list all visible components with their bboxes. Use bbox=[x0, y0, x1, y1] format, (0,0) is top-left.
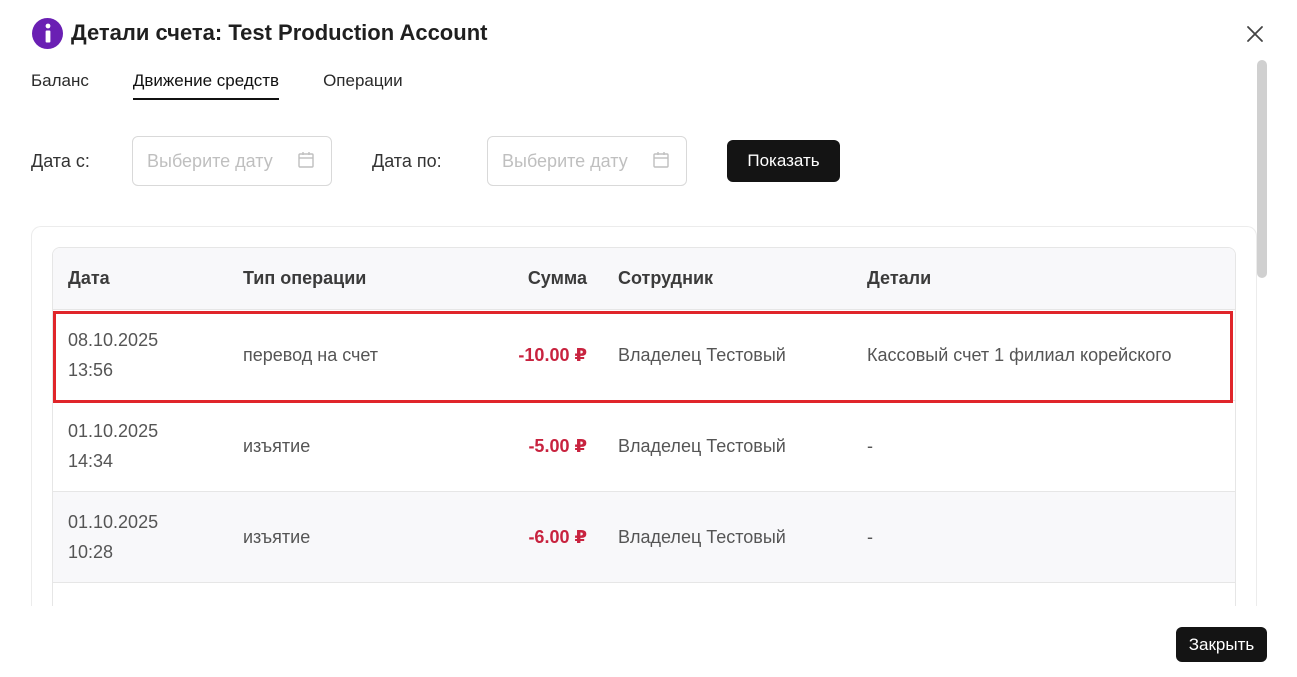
cell-details: Кассовый счет 1 филиал корейского bbox=[852, 309, 1235, 401]
show-button[interactable]: Показать bbox=[727, 140, 840, 182]
cell-details: - bbox=[852, 400, 1235, 492]
row-time: 14:34 bbox=[68, 450, 114, 471]
dialog-header: Детали счета: Test Production Account bbox=[32, 16, 487, 50]
table-row[interactable]: 01.10.2025 14:34 изъятие -5.00 ₽ Владеле… bbox=[53, 400, 1235, 492]
info-icon bbox=[32, 17, 63, 49]
row-time: 10:28 bbox=[68, 541, 114, 562]
column-header-type[interactable]: Тип операции bbox=[228, 248, 428, 310]
column-header-employee[interactable]: Сотрудник bbox=[603, 248, 852, 310]
row-time: 13:56 bbox=[68, 359, 114, 380]
row-date: 08.10.2025 bbox=[68, 329, 159, 350]
account-details-dialog: Детали счета: Test Production Account Ба… bbox=[0, 0, 1297, 677]
transactions-table: Дата Тип операции Сумма Сотрудник Детали… bbox=[52, 247, 1236, 626]
column-header-date[interactable]: Дата bbox=[53, 248, 228, 310]
tab-bar: Баланс Движение средств Операции bbox=[31, 66, 447, 102]
date-from-picker[interactable]: Выберите дату bbox=[132, 136, 332, 186]
close-icon[interactable] bbox=[1243, 22, 1267, 46]
cell-employee: Владелец Тестовый bbox=[603, 309, 852, 401]
date-from-placeholder: Выберите дату bbox=[147, 150, 273, 171]
row-date: 01.10.2025 bbox=[68, 420, 159, 441]
cell-type: перевод на счет bbox=[228, 309, 428, 401]
cell-employee: Владелец Тестовый bbox=[603, 491, 852, 583]
tab-balance[interactable]: Баланс bbox=[31, 66, 89, 100]
date-filters: Дата с: Выберите дату Дата по: Выберите … bbox=[31, 136, 851, 186]
date-to-label: Дата по: bbox=[372, 151, 442, 171]
cell-date: 01.10.2025 14:34 bbox=[53, 400, 228, 492]
cell-employee: Владелец Тестовый bbox=[603, 400, 852, 492]
scrollbar-thumb[interactable] bbox=[1257, 60, 1267, 278]
row-date: 01.10.2025 bbox=[68, 511, 159, 532]
cell-details: - bbox=[852, 491, 1235, 583]
table-row[interactable]: 08.10.2025 13:56 перевод на счет -10.00 … bbox=[53, 309, 1235, 401]
tab-cash-flow[interactable]: Движение средств bbox=[132, 66, 280, 100]
cell-date: 08.10.2025 13:56 bbox=[53, 309, 228, 401]
dialog-title: Детали счета: Test Production Account bbox=[71, 20, 488, 45]
column-header-amount[interactable]: Сумма bbox=[428, 248, 603, 310]
cell-amount: -5.00 ₽ bbox=[428, 400, 603, 492]
table-header-row: Дата Тип операции Сумма Сотрудник Детали bbox=[53, 248, 1235, 310]
calendar-icon bbox=[653, 152, 669, 168]
date-to-picker[interactable]: Выберите дату bbox=[487, 136, 687, 186]
close-button[interactable]: Закрыть bbox=[1176, 627, 1267, 662]
column-header-details[interactable]: Детали bbox=[852, 248, 1235, 310]
date-from-label: Дата с: bbox=[31, 151, 90, 171]
tab-operations[interactable]: Операции bbox=[323, 66, 403, 100]
transactions-card: Дата Тип операции Сумма Сотрудник Детали… bbox=[31, 226, 1257, 626]
cell-type: изъятие bbox=[228, 400, 428, 492]
dialog-footer bbox=[0, 606, 1297, 677]
cell-amount: -10.00 ₽ bbox=[428, 309, 603, 401]
cell-type: изъятие bbox=[228, 491, 428, 583]
cell-amount: -6.00 ₽ bbox=[428, 491, 603, 583]
table-row[interactable]: 01.10.2025 10:28 изъятие -6.00 ₽ Владеле… bbox=[53, 491, 1235, 583]
calendar-icon bbox=[298, 152, 314, 168]
cell-date: 01.10.2025 10:28 bbox=[53, 491, 228, 583]
date-to-placeholder: Выберите дату bbox=[502, 150, 628, 171]
